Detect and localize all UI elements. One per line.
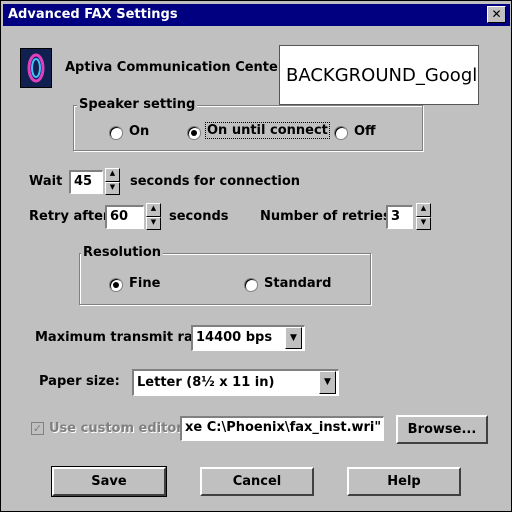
close-button[interactable]: ✕ xyxy=(487,6,506,23)
speaker-setting-legend: Speaker setting xyxy=(77,97,198,112)
app-name: Aptiva Communication Center xyxy=(65,60,285,75)
transmit-rate-value: 14400 bps xyxy=(196,330,273,345)
retries-label: Number of retries xyxy=(260,209,391,224)
paper-size-label: Paper size: xyxy=(39,374,120,389)
speaker-on-label[interactable]: On xyxy=(129,124,149,139)
spin-up-icon[interactable]: ▲ xyxy=(146,203,161,217)
retry-label: Retry after xyxy=(29,209,110,224)
retry-seconds-input[interactable]: 60 xyxy=(105,205,144,229)
custom-editor-path-input[interactable]: xe C:\Phoenix\fax_inst.wri" xyxy=(180,416,384,441)
chevron-down-icon[interactable]: ▼ xyxy=(285,327,302,349)
spin-down-icon[interactable]: ▼ xyxy=(146,216,161,230)
speaker-off-label[interactable]: Off xyxy=(354,124,376,139)
retry-suffix: seconds xyxy=(169,209,229,224)
wait-seconds-input[interactable]: 45 xyxy=(69,170,103,194)
cancel-button[interactable]: Cancel xyxy=(200,467,314,496)
save-button[interactable]: Save xyxy=(51,466,167,497)
speaker-on-until-connect-label[interactable]: On until connect xyxy=(205,122,330,139)
speaker-on-until-connect-radio[interactable] xyxy=(187,126,201,140)
custom-editor-checkbox[interactable]: ✓ xyxy=(31,422,44,435)
window-title: Advanced FAX Settings xyxy=(8,7,178,22)
chevron-down-icon[interactable]: ▼ xyxy=(319,371,336,394)
paper-size-select[interactable]: Letter (8½ x 11 in) xyxy=(132,369,339,396)
retries-input[interactable]: 3 xyxy=(386,205,413,229)
help-button[interactable]: Help xyxy=(347,467,461,496)
spin-up-icon[interactable]: ▲ xyxy=(105,168,120,182)
resolution-standard-label[interactable]: Standard xyxy=(264,276,331,291)
speaker-off-radio[interactable] xyxy=(334,126,348,140)
resolution-standard-radio[interactable] xyxy=(244,278,258,292)
speaker-on-radio[interactable] xyxy=(109,126,123,140)
retry-spinner[interactable]: ▲ ▼ xyxy=(146,203,161,230)
resolution-fine-radio[interactable] xyxy=(109,278,123,292)
spin-down-icon[interactable]: ▼ xyxy=(105,181,120,195)
retries-spinner[interactable]: ▲ ▼ xyxy=(416,203,431,230)
resolution-legend: Resolution xyxy=(81,245,164,260)
background-placeholder: BACKGROUND_Google xyxy=(279,45,479,105)
transmit-rate-label: Maximum transmit rate: xyxy=(35,330,213,345)
app-logo-icon xyxy=(20,48,52,88)
paper-size-value: Letter (8½ x 11 in) xyxy=(137,375,275,390)
wait-suffix: seconds for connection xyxy=(130,174,301,189)
resolution-fine-label[interactable]: Fine xyxy=(129,276,160,291)
custom-editor-label: Use custom editor: xyxy=(49,421,188,436)
title-bar[interactable]: Advanced FAX Settings ✕ xyxy=(3,4,510,26)
wait-spinner[interactable]: ▲ ▼ xyxy=(105,168,120,195)
dialog-window: Advanced FAX Settings ✕ Aptiva Communica… xyxy=(0,0,512,512)
browse-button[interactable]: Browse... xyxy=(396,415,488,444)
spin-down-icon[interactable]: ▼ xyxy=(416,216,431,230)
wait-label: Wait xyxy=(29,174,63,189)
spin-up-icon[interactable]: ▲ xyxy=(416,203,431,217)
